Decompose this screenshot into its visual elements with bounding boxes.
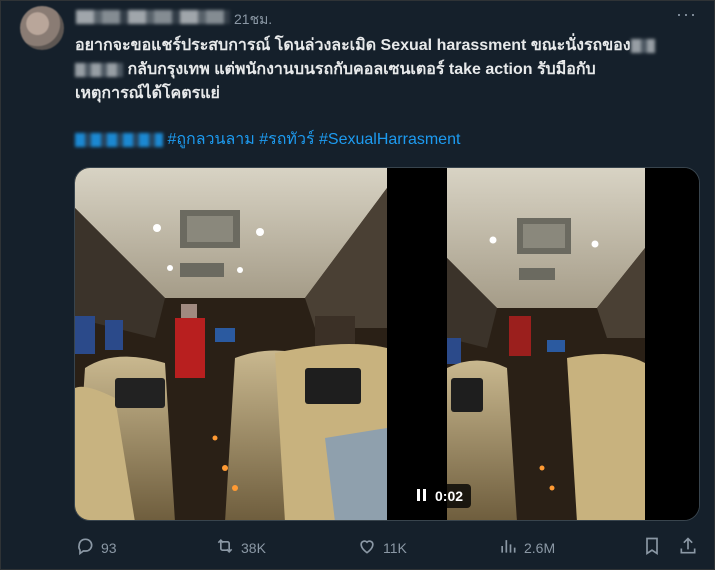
views-icon (498, 536, 518, 559)
retweet-icon (215, 536, 235, 559)
media-container: 0:02 (74, 167, 700, 521)
reply-button[interactable]: 93 (75, 536, 117, 559)
views-button[interactable]: 2.6M (498, 536, 555, 559)
hashtag-link[interactable]: #ถูกลวนลาม (167, 131, 254, 148)
bus-interior-photo[interactable] (75, 168, 387, 520)
bookmark-button[interactable] (642, 536, 662, 559)
tweet-text-line3: เหตุการณ์ได้โคตรแย่ (75, 85, 220, 102)
tweet-text-line1: อยากจะขอแชร์ประสบการณ์ โดนล่วงละเมิด Sex… (75, 34, 695, 58)
tweet-text-line2: กลับกรุงเทพ แต่พนักงานบนรถกับคอลเซนเตอร์… (75, 58, 695, 82)
reply-count: 93 (101, 539, 117, 556)
action-bar: 93 38K 11K 2.6M (0, 534, 715, 562)
reply-icon (75, 536, 95, 559)
views-count: 2.6M (524, 539, 556, 556)
video-time: 0:02 (435, 488, 464, 504)
hashtag-link[interactable]: #SexualHarrasment (319, 131, 460, 148)
blurred-hashtag[interactable] (75, 132, 163, 147)
like-button[interactable]: 11K (357, 536, 407, 559)
video-timer[interactable]: 0:02 (409, 484, 472, 508)
retweet-count: 38K (241, 539, 266, 556)
like-count: 11K (383, 539, 407, 556)
tweet-text: อยากจะขอแชร์ประสบการณ์ โดนล่วงละเมิด Sex… (75, 34, 695, 106)
hashtags: #ถูกลวนลาม #รถทัวร์ #SexualHarrasment (75, 128, 460, 152)
tweet-text-line2-text: กลับกรุงเทพ แต่พนักงานบนรถกับคอลเซนเตอร์… (127, 61, 596, 78)
tweet-text-line1-text: อยากจะขอแชร์ประสบการณ์ โดนล่วงละเมิด Sex… (75, 37, 631, 54)
hashtag-link[interactable]: #รถทัวร์ (259, 131, 314, 148)
share-icon (678, 536, 698, 559)
tweet-time[interactable]: 21ชม. (234, 9, 272, 31)
bus-interior-video[interactable]: 0:02 (389, 168, 699, 520)
pause-icon[interactable] (417, 488, 427, 504)
blurred-username[interactable] (76, 10, 230, 24)
blurred-word (630, 38, 655, 53)
more-icon[interactable]: ··· (676, 4, 697, 25)
like-icon (357, 536, 377, 559)
avatar[interactable] (20, 6, 64, 50)
share-button[interactable] (678, 536, 698, 559)
bookmark-icon (642, 536, 662, 559)
blurred-word (75, 62, 123, 77)
retweet-button[interactable]: 38K (215, 536, 266, 559)
